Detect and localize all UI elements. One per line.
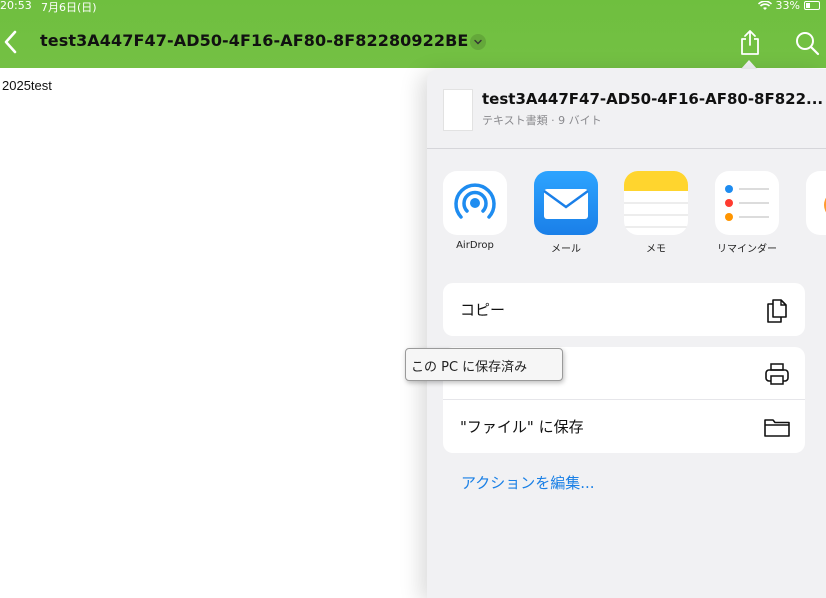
copy-icon bbox=[767, 299, 787, 323]
share-sheet-header: test3A447F47-AD50-4F16-AF80-8F822... テキス… bbox=[427, 69, 826, 149]
document-content[interactable]: 2025test bbox=[2, 78, 52, 93]
reminders-icon bbox=[715, 171, 779, 235]
search-icon[interactable] bbox=[794, 30, 820, 56]
app-notes[interactable]: メモ bbox=[608, 169, 688, 259]
share-app-row: AirDrop メール メモ リマインダー bbox=[427, 169, 826, 259]
battery-icon bbox=[804, 1, 820, 10]
share-sheet: test3A447F47-AD50-4F16-AF80-8F822... テキス… bbox=[427, 69, 826, 598]
print-icon bbox=[765, 363, 789, 385]
wifi-icon bbox=[757, 0, 772, 10]
folder-icon bbox=[764, 419, 790, 437]
notes-icon bbox=[624, 171, 688, 235]
app-airdrop[interactable]: AirDrop bbox=[427, 169, 507, 259]
app-label: フリ bbox=[790, 240, 826, 255]
freeform-icon bbox=[806, 171, 826, 235]
app-freeform[interactable]: フリ bbox=[790, 169, 826, 259]
action-save-to-files[interactable]: "ファイル" に保存 bbox=[443, 400, 805, 453]
action-group-copy: コピー bbox=[443, 283, 805, 336]
status-date: 7月6日(日) bbox=[41, 1, 97, 14]
app-label: メール bbox=[551, 244, 581, 255]
action-label: コピー bbox=[460, 301, 506, 319]
file-thumbnail bbox=[443, 89, 473, 131]
app-mail[interactable]: メール bbox=[518, 169, 598, 259]
action-copy[interactable]: コピー bbox=[443, 283, 805, 336]
app-label: AirDrop bbox=[456, 240, 494, 251]
back-chevron-icon[interactable] bbox=[2, 28, 20, 56]
edit-actions-link[interactable]: アクションを編集... bbox=[461, 472, 595, 493]
app-label: メモ bbox=[646, 244, 666, 255]
app-label: リマインダー bbox=[717, 244, 777, 255]
navigation-bar: 20:53 7月6日(日) 33% test3A447F47-AD50-4F16… bbox=[0, 0, 826, 68]
app-reminders[interactable]: リマインダー bbox=[699, 169, 779, 259]
status-time: 20:53 bbox=[0, 0, 32, 12]
battery-percent: 33% bbox=[775, 0, 800, 12]
tooltip: この PC に保存済み bbox=[405, 348, 563, 381]
share-icon[interactable] bbox=[738, 28, 762, 56]
mail-icon bbox=[534, 171, 598, 235]
document-title[interactable]: test3A447F47-AD50-4F16-AF80-8F82280922BE bbox=[40, 31, 468, 50]
action-label: "ファイル" に保存 bbox=[460, 418, 584, 436]
title-menu-chevron-icon[interactable] bbox=[470, 34, 486, 50]
shared-file-info: テキスト書類 · 9 バイト bbox=[482, 114, 602, 127]
shared-file-name: test3A447F47-AD50-4F16-AF80-8F822... bbox=[482, 90, 824, 108]
status-bar: 20:53 7月6日(日) 33% bbox=[0, 0, 826, 14]
airdrop-icon bbox=[443, 171, 507, 235]
status-indicators: 33% bbox=[757, 0, 820, 12]
